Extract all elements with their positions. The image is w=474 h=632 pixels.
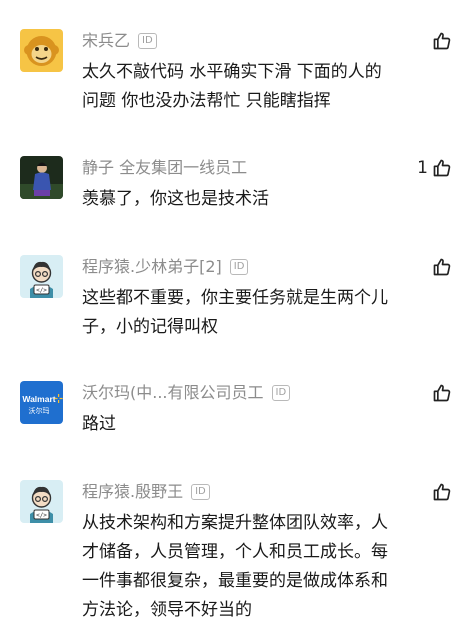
svg-text:</>: </> xyxy=(36,512,47,519)
like-count: 1 xyxy=(417,158,428,178)
svg-text:</>: </> xyxy=(36,287,47,294)
like-button[interactable] xyxy=(432,255,452,279)
monkey-avatar-icon xyxy=(20,29,63,72)
avatar[interactable]: Walmart 沃尔玛 xyxy=(20,381,63,424)
comment-header: 宋兵乙 ID xyxy=(82,29,157,53)
programmer-avatar-icon: </> xyxy=(20,255,63,298)
comment-text: 太久不敲代码 水平确实下滑 下面的人的 问题 你也没办法帮忙 只能瞎指挥 xyxy=(82,62,382,111)
comment-header: 静子 全友集团一线员工 xyxy=(82,156,247,180)
id-badge: ID xyxy=(138,33,157,49)
id-badge: ID xyxy=(229,259,249,275)
username[interactable]: 沃尔玛(中...有限公司员工 xyxy=(82,381,264,405)
comment-text: 羡慕了，你这也是技术活 xyxy=(82,189,269,209)
svg-text:Walmart: Walmart xyxy=(22,394,55,404)
avatar[interactable]: </> xyxy=(20,255,63,298)
thumbs-up-icon xyxy=(433,32,451,50)
photo-avatar-icon xyxy=(20,156,63,199)
comment-text: 从技术架构和方案提升整体团队效率，人 才储备，人员管理，个人和员工成长。每 一件… xyxy=(82,513,388,620)
username[interactable]: 程序猿.殷野王 xyxy=(82,480,183,504)
comment-text: 路过 xyxy=(82,414,116,434)
like-button[interactable] xyxy=(432,29,452,53)
id-badge: ID xyxy=(191,484,210,500)
avatar[interactable]: </> xyxy=(20,480,63,523)
avatar[interactable] xyxy=(20,156,63,199)
username[interactable]: 程序猿.少林弟子[2] xyxy=(82,255,222,279)
avatar[interactable] xyxy=(20,29,63,72)
like-button[interactable]: 1 xyxy=(417,156,452,180)
comment-header: 程序猿.少林弟子[2] ID xyxy=(82,255,249,279)
id-badge: ID xyxy=(271,385,291,401)
comment-header: 沃尔玛(中...有限公司员工 ID xyxy=(82,381,291,405)
username[interactable]: 静子 全友集团一线员工 xyxy=(82,156,247,180)
like-button[interactable] xyxy=(432,381,452,405)
username[interactable]: 宋兵乙 xyxy=(82,29,130,53)
programmer-avatar-icon: </> xyxy=(20,480,63,523)
like-button[interactable] xyxy=(432,480,452,504)
comment-text: 这些都不重要，你主要任务就是生两个儿 子，小的记得叫权 xyxy=(82,288,388,337)
thumbs-up-icon xyxy=(433,159,451,177)
thumbs-up-icon xyxy=(433,258,451,276)
thumbs-up-icon xyxy=(433,483,451,501)
comment-header: 程序猿.殷野王 ID xyxy=(82,480,210,504)
thumbs-up-icon xyxy=(433,384,451,402)
walmart-logo-icon: Walmart 沃尔玛 xyxy=(20,381,63,424)
svg-text:沃尔玛: 沃尔玛 xyxy=(29,406,50,415)
